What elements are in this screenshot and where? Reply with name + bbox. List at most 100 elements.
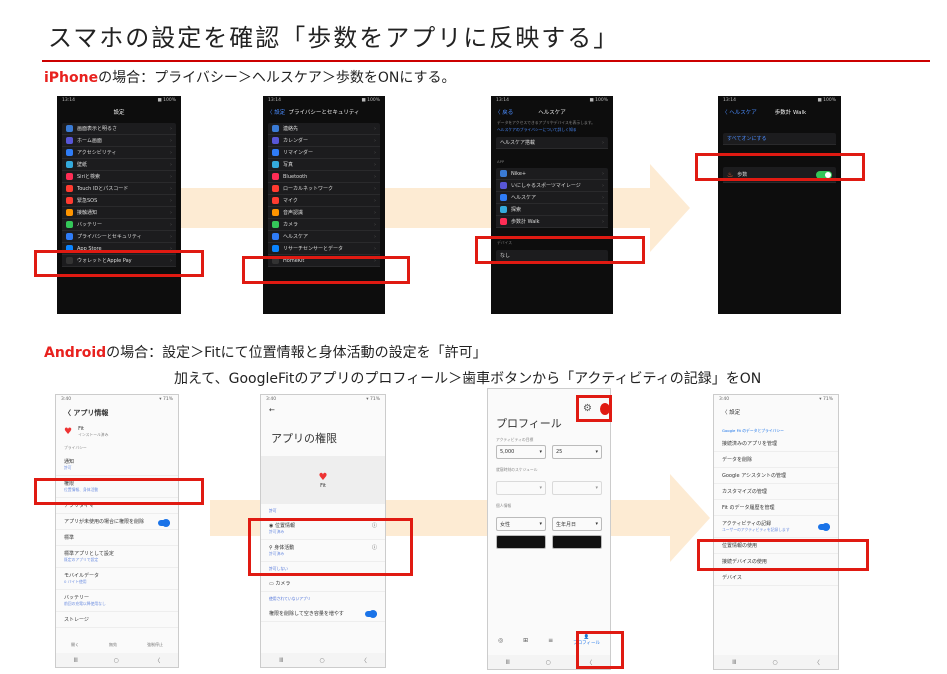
back-button[interactable]: 〈 アプリ情報 — [56, 404, 178, 422]
settings-row[interactable]: いにしゃるスポーツマイレージ › — [496, 180, 608, 192]
android-instruction-2: 加えて、GoogleFitのアプリのプロフィール＞歯車ボタンから「アクティビティ… — [174, 371, 762, 387]
title-underline — [42, 60, 930, 62]
chevron-right-icon: › — [170, 233, 172, 240]
remove-permission-toggle[interactable] — [158, 519, 170, 527]
settings-row[interactable]: Bluetooth › — [268, 171, 380, 183]
fit-setting-row[interactable]: 接続済みのアプリを管理 — [714, 436, 838, 452]
highlight-profile-tab — [576, 631, 624, 669]
remove-permissions-row[interactable]: 権限を削除して空き容量を増やす — [261, 606, 385, 622]
chevron-right-icon: › — [170, 161, 172, 168]
settings-row-icon — [500, 218, 507, 225]
steps-goal-field[interactable]: 5,000 ▾ — [496, 445, 546, 459]
settings-row[interactable]: Touch IDとパスコード › — [62, 183, 176, 195]
chevron-right-icon: › — [374, 209, 376, 216]
chevron-right-icon: › — [170, 197, 172, 204]
settings-row[interactable]: 連絡先 › — [268, 123, 380, 135]
settings-row[interactable]: カメラ › — [268, 219, 380, 231]
settings-row[interactable]: Nike+ › — [496, 168, 608, 180]
home-icon[interactable]: ◎ — [498, 637, 503, 644]
back-button[interactable]: 〈 ヘルスケア — [722, 108, 757, 116]
settings-row-icon — [500, 170, 507, 177]
settings-row[interactable]: バッテリー › — [62, 219, 176, 231]
settings-row[interactable]: カレンダー › — [268, 135, 380, 147]
chevron-right-icon: › — [374, 233, 376, 240]
settings-row-icon — [500, 182, 507, 189]
chevron-right-icon: › — [374, 149, 376, 156]
settings-row[interactable]: ローカルネットワーク › — [268, 183, 380, 195]
gender-field[interactable]: 女性 ▾ — [496, 517, 546, 531]
privacy-link[interactable]: ヘルスケアのプライバシーについて詳しく知る — [491, 127, 613, 133]
chevron-right-icon: › — [170, 185, 172, 192]
settings-row[interactable]: リサーチセンサーとデータ › — [268, 243, 380, 255]
birthday-field[interactable]: 生年月日 ▾ — [552, 517, 602, 531]
app-info-row[interactable]: ストレージ — [56, 612, 178, 628]
android-instruction: Androidの場合：設定＞Fitにて位置情報と身体活動の設定を「許可」 — [44, 345, 487, 361]
app-info-row[interactable]: 通知 許可 — [56, 454, 178, 476]
settings-row[interactable]: ホーム画面 › — [62, 135, 176, 147]
slide: スマホの設定を確認「歩数をアプリに反映する」 iPhoneの場合：プライバシー＞… — [0, 0, 947, 674]
highlight-steps-toggle — [695, 153, 865, 181]
fit-setting-row[interactable]: カスタマイズの管理 — [714, 484, 838, 500]
chevron-right-icon: › — [170, 137, 172, 144]
camera-permission-row[interactable]: ▭ カメラ — [261, 576, 385, 592]
settings-row[interactable]: リマインダー › — [268, 147, 380, 159]
browse-icon[interactable]: ≡ — [548, 637, 553, 644]
remove-permissions-toggle[interactable] — [365, 609, 377, 618]
chevron-right-icon: › — [374, 245, 376, 252]
chevron-right-icon: › — [374, 125, 376, 132]
chevron-right-icon: › — [374, 137, 376, 144]
back-button[interactable]: 〈 戻る — [495, 108, 513, 116]
app-info-action[interactable]: 強制停止 — [147, 642, 163, 648]
fit-setting-row[interactable]: Google アシスタントの管理 — [714, 468, 838, 484]
settings-row-icon — [66, 137, 73, 144]
fit-setting-row[interactable]: Fit のデータ履歴を管理 — [714, 500, 838, 516]
health-device-row[interactable]: ヘルスケア搭載 › — [496, 137, 608, 149]
heart-goal-field[interactable]: 25 ▾ — [552, 445, 602, 459]
fit-setting-row[interactable]: データを削除 — [714, 452, 838, 468]
app-info-row[interactable]: 標準アプリとして設定 既定のアプリで設定 — [56, 546, 178, 568]
app-info-row[interactable]: バッテリー 前回の充電以降使用なし — [56, 590, 178, 612]
settings-row-icon — [66, 149, 73, 156]
settings-row[interactable]: 音声認識 › — [268, 207, 380, 219]
app-info-action[interactable]: 無効 — [109, 642, 117, 648]
settings-row[interactable]: 歩数計 Walk › — [496, 216, 608, 228]
settings-row[interactable]: 写真 › — [268, 159, 380, 171]
fit-setting-row[interactable]: アクティビティの記録 ユーザーのアクティビティを記録します — [714, 516, 838, 538]
settings-row[interactable]: 壁紙 › — [62, 159, 176, 171]
app-info-action[interactable]: 開く — [71, 642, 79, 648]
chevron-right-icon: › — [374, 197, 376, 204]
iphone-instruction: iPhoneの場合：プライバシー＞ヘルスケア＞歩数をONにする。 — [44, 70, 456, 86]
settings-row[interactable]: 画面表示と明るさ › — [62, 123, 176, 135]
app-info-row[interactable]: アプリが未使用の場合に権限を削除 — [56, 514, 178, 530]
settings-row-icon — [66, 209, 73, 216]
app-info-row[interactable]: モバイルデータ 0 バイト使用 — [56, 568, 178, 590]
settings-row[interactable]: 接触通知 › — [62, 207, 176, 219]
app-info-row[interactable]: 標準 — [56, 530, 178, 546]
chevron-right-icon: › — [602, 182, 604, 189]
settings-row[interactable]: 探索 › — [496, 204, 608, 216]
settings-row[interactable]: マイク › — [268, 195, 380, 207]
settings-row-icon — [272, 221, 279, 228]
journal-icon[interactable]: ⊞ — [523, 637, 528, 644]
settings-row[interactable]: プライバシーとセキュリティ › — [62, 231, 176, 243]
redacted-field — [552, 535, 602, 549]
settings-row-icon — [500, 194, 507, 201]
highlight-permissions — [34, 478, 204, 505]
settings-row[interactable]: Siriと検索 › — [62, 171, 176, 183]
back-arrow-icon[interactable]: ← — [261, 404, 385, 416]
settings-row[interactable]: アクセシビリティ › — [62, 147, 176, 159]
settings-row-icon — [272, 197, 279, 204]
fit-setting-row[interactable]: デバイス — [714, 570, 838, 586]
chevron-right-icon: › — [602, 170, 604, 177]
settings-row[interactable]: ヘルスケア › — [268, 231, 380, 243]
settings-row-icon — [66, 185, 73, 192]
settings-row-icon — [272, 185, 279, 192]
turn-all-on-button[interactable]: すべてオンにする — [723, 133, 836, 145]
settings-row[interactable]: 緊急SOS › — [62, 195, 176, 207]
activity-recording-toggle[interactable] — [818, 522, 830, 531]
chevron-right-icon: › — [170, 125, 172, 132]
back-button[interactable]: 〈 設定 — [267, 108, 285, 116]
android-profile-screen: ⚙ プロフィール アクティビティの目標 5,000 ▾ 25 ▾ 就寝時刻のスケジュ… — [487, 388, 611, 670]
back-button[interactable]: 〈 設定 — [714, 404, 838, 420]
settings-row[interactable]: ヘルスケア › — [496, 192, 608, 204]
